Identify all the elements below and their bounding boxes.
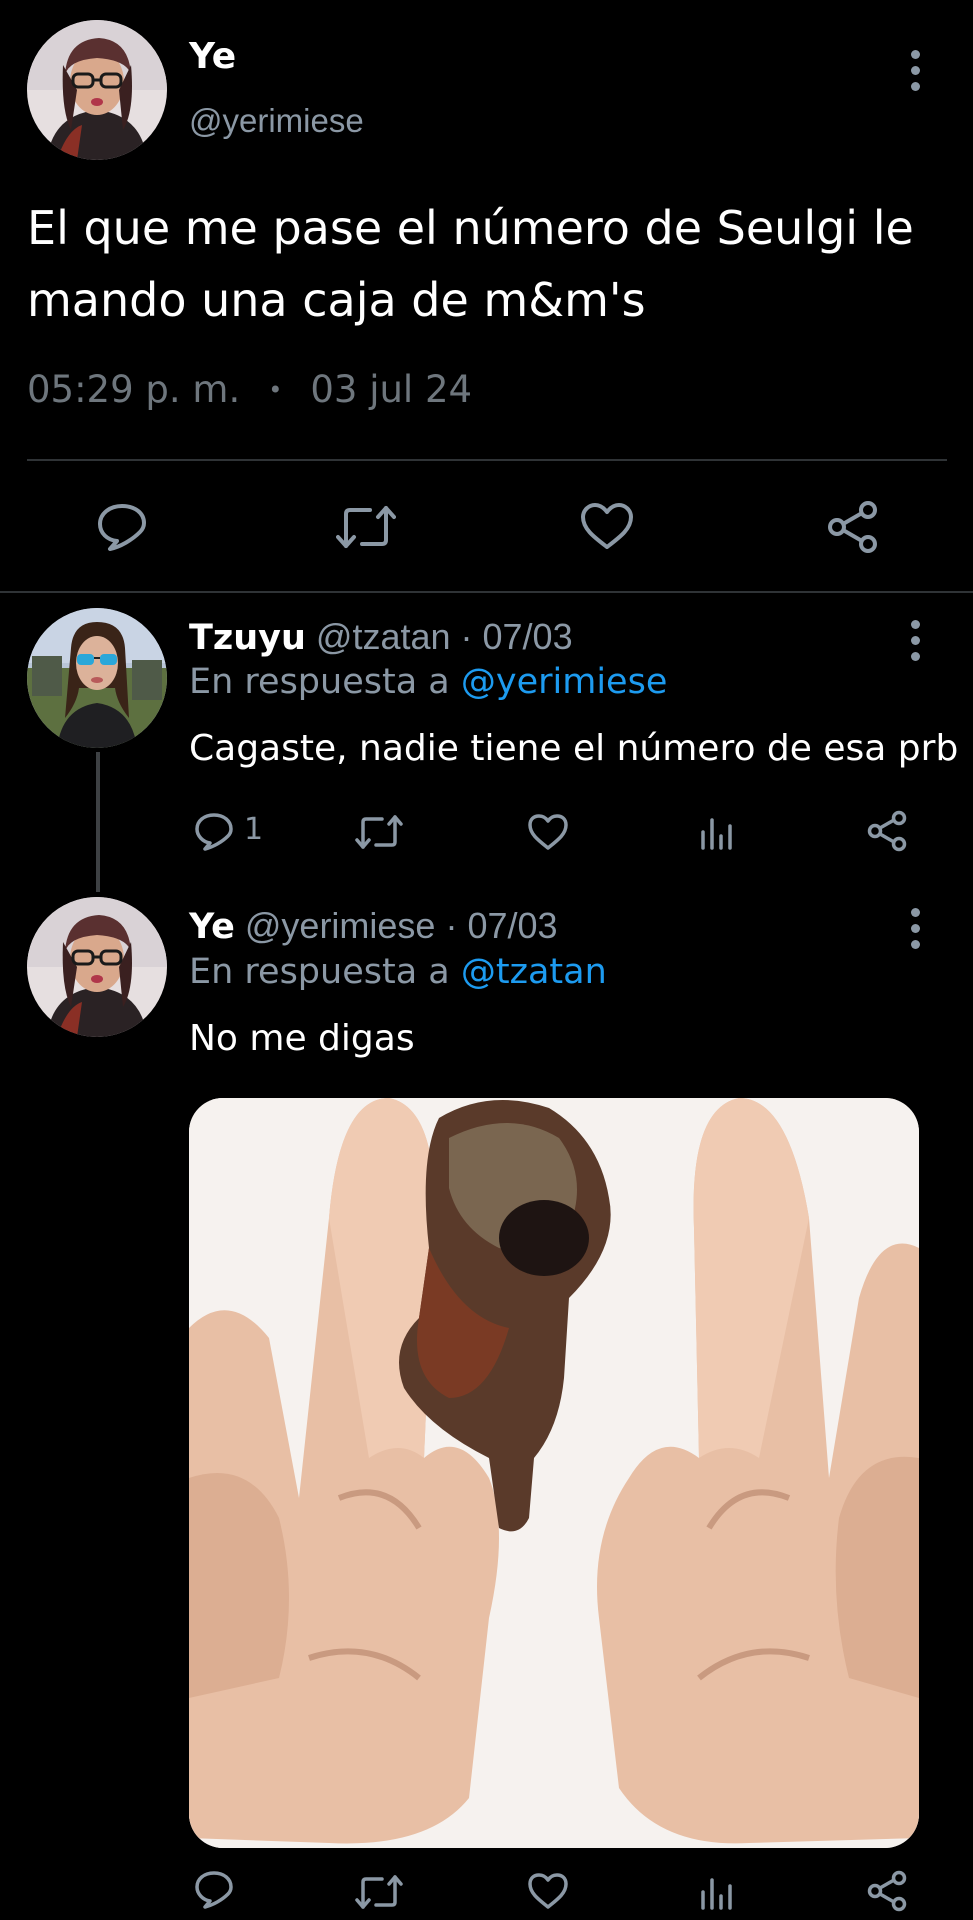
- tweet-time: 05:29 p. m.: [27, 368, 241, 411]
- reply-text: Cagaste, nadie tiene el número de esa pr…: [189, 728, 959, 769]
- more-options-icon[interactable]: [908, 620, 922, 661]
- more-options-icon[interactable]: [908, 50, 922, 91]
- share-icon[interactable]: [866, 810, 908, 852]
- retweet-icon[interactable]: [355, 814, 403, 850]
- like-icon[interactable]: [527, 813, 569, 851]
- author-handle[interactable]: @yerimiese: [189, 102, 364, 140]
- meta-separator: •: [268, 375, 283, 404]
- divider: [27, 459, 947, 461]
- section-divider: [0, 591, 973, 593]
- more-options-icon[interactable]: [908, 908, 922, 949]
- views-icon[interactable]: [699, 814, 735, 850]
- gif-image[interactable]: [189, 1098, 919, 1848]
- reply-header: Tzuyu @tzatan · 07/03: [189, 616, 573, 658]
- views-icon[interactable]: [699, 1874, 735, 1910]
- reply-handle-date[interactable]: @yerimiese · 07/03: [245, 905, 558, 946]
- reply-icon[interactable]: [194, 812, 234, 852]
- tweet-meta: 05:29 p. m. • 03 jul 24: [27, 368, 472, 411]
- like-icon[interactable]: [527, 1872, 569, 1910]
- reply-handle-date[interactable]: @tzatan · 07/03: [316, 616, 573, 657]
- reply-to-label: En respuesta a: [189, 662, 450, 702]
- reply-author-name[interactable]: Tzuyu: [189, 618, 306, 658]
- like-icon[interactable]: [580, 502, 634, 550]
- avatar-ye[interactable]: [27, 20, 167, 160]
- reply-mention-link[interactable]: @yerimiese: [461, 662, 667, 702]
- avatar-ye[interactable]: [27, 897, 167, 1037]
- reply-count: 1: [244, 812, 264, 847]
- retweet-icon[interactable]: [355, 1874, 403, 1910]
- reply-header: Ye @yerimiese · 07/03: [189, 905, 558, 947]
- reply-icon[interactable]: [96, 502, 148, 552]
- reply-icon[interactable]: [194, 1870, 234, 1910]
- reply-context: En respuesta a @tzatan: [189, 952, 607, 992]
- avatar-tzuyu[interactable]: [27, 608, 167, 748]
- retweet-icon[interactable]: [336, 504, 396, 550]
- reply-context: En respuesta a @yerimiese: [189, 662, 667, 702]
- share-icon[interactable]: [866, 1870, 908, 1912]
- author-name[interactable]: Ye: [189, 36, 236, 77]
- tweet-text: El que me pase el número de Seulgi le ma…: [27, 201, 914, 327]
- tweet-date: 03 jul 24: [310, 368, 473, 411]
- reply-to-label: En respuesta a: [189, 952, 450, 992]
- reply-author-name[interactable]: Ye: [189, 907, 235, 947]
- reply-text: No me digas: [189, 1018, 415, 1059]
- thread-line: [96, 752, 100, 892]
- share-icon[interactable]: [826, 500, 880, 554]
- reply-mention-link[interactable]: @tzatan: [461, 952, 607, 992]
